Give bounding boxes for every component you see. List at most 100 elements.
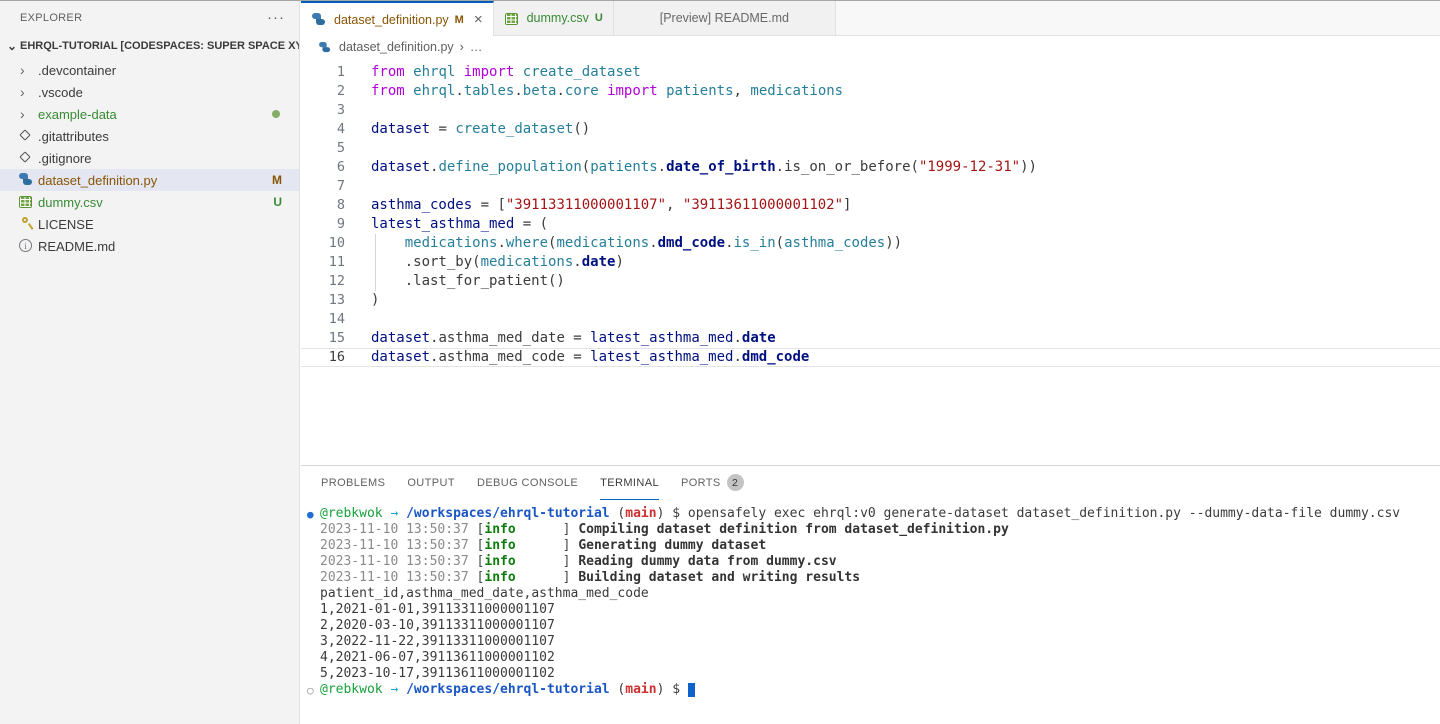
tab-dataset-definition-py[interactable]: dataset_definition.pyM× <box>301 1 494 36</box>
code-text <box>345 177 1440 196</box>
file-item-license[interactable]: LICENSE <box>0 213 299 235</box>
python-icon <box>318 41 332 54</box>
code-line-13[interactable]: 13) <box>301 291 1440 310</box>
line-number: 2 <box>301 82 345 101</box>
explorer-sidebar: EXPLORER ··· ⌄ EHRQL-TUTORIAL [CODESPACE… <box>0 1 300 724</box>
line-number: 5 <box>301 139 345 158</box>
terminal-line-12: ○@rebkwok → /workspaces/ehrql-tutorial (… <box>301 682 1440 698</box>
breadcrumb-file[interactable]: dataset_definition.py <box>339 40 454 54</box>
code-line-4[interactable]: 4dataset = create_dataset() <box>301 120 1440 139</box>
terminal[interactable]: ●@rebkwok → /workspaces/ehrql-tutorial (… <box>301 500 1440 698</box>
window-top-border <box>0 0 1440 1</box>
code-line-16[interactable]: 16dataset.asthma_med_code = latest_asthm… <box>301 348 1440 367</box>
chevron-down-icon: ⌄ <box>4 39 20 53</box>
code-text: dataset.asthma_med_code = latest_asthma_… <box>345 348 1440 367</box>
panel-tab-label: OUTPUT <box>407 477 455 489</box>
code-line-6[interactable]: 6dataset.define_population(patients.date… <box>301 158 1440 177</box>
code-lines: 1from ehrql import create_dataset2from e… <box>301 63 1440 367</box>
python-icon <box>311 12 328 27</box>
panel-tab-label: TERMINAL <box>600 477 659 489</box>
line-number: 3 <box>301 101 345 120</box>
terminal-line-10: 4,2021-06-07,39113611000001102 <box>301 650 1440 666</box>
chevron-right-icon: › <box>18 85 38 99</box>
file-item--gitattributes[interactable]: .gitattributes <box>0 125 299 147</box>
line-number: 9 <box>301 215 345 234</box>
code-text: from ehrql import create_dataset <box>345 63 1440 82</box>
code-line-12[interactable]: 12 .last_for_patient() <box>301 272 1440 291</box>
code-text: .last_for_patient() <box>345 272 1440 291</box>
git-status-badge: U <box>273 195 282 209</box>
terminal-line-4: 2023-11-10 13:50:37 [info ] Reading dumm… <box>301 554 1440 570</box>
file-item--vscode[interactable]: ›.vscode <box>0 81 299 103</box>
code-line-1[interactable]: 1from ehrql import create_dataset <box>301 63 1440 82</box>
terminal-line-7: 1,2021-01-01,39113311000001107 <box>301 602 1440 618</box>
panel-tab-terminal[interactable]: TERMINAL <box>600 466 659 500</box>
tab-label: dataset_definition.py <box>334 13 449 27</box>
code-text: latest_asthma_med = ( <box>345 215 1440 234</box>
line-number: 15 <box>301 329 345 348</box>
prompt-dot-icon: ● <box>307 507 314 523</box>
ports-count-badge: 2 <box>727 474 744 491</box>
file-name: example-data <box>38 107 117 122</box>
code-line-5[interactable]: 5 <box>301 139 1440 158</box>
file-name: dummy.csv <box>38 195 103 210</box>
code-text: from ehrql.tables.beta.core import patie… <box>345 82 1440 101</box>
code-line-11[interactable]: 11 .sort_by(medications.date) <box>301 253 1440 272</box>
chevron-right-icon: › <box>18 107 38 121</box>
code-text <box>345 139 1440 158</box>
tab--preview-readme-md[interactable]: [Preview] README.md <box>614 1 836 35</box>
terminal-line-1: ●@rebkwok → /workspaces/ehrql-tutorial (… <box>301 506 1440 522</box>
terminal-line-2: 2023-11-10 13:50:37 [info ] Compiling da… <box>301 522 1440 538</box>
tab-dummy-csv[interactable]: dummy.csvU <box>494 1 614 35</box>
code-line-15[interactable]: 15dataset.asthma_med_date = latest_asthm… <box>301 329 1440 348</box>
code-editor[interactable]: 1from ehrql import create_dataset2from e… <box>301 58 1440 367</box>
bottom-panel: PROBLEMS OUTPUT DEBUG CONSOLE TERMINAL PORTS… <box>301 465 1440 724</box>
line-number: 4 <box>301 120 345 139</box>
panel-tab-problems[interactable]: PROBLEMS <box>321 466 385 500</box>
code-line-7[interactable]: 7 <box>301 177 1440 196</box>
code-line-9[interactable]: 9latest_asthma_med = ( <box>301 215 1440 234</box>
file-name: .gitattributes <box>38 129 109 144</box>
panel-tab-output[interactable]: OUTPUT <box>407 466 455 500</box>
tab-bar: dataset_definition.pyM×dummy.csvU[Previe… <box>301 1 1440 36</box>
code-line-2[interactable]: 2from ehrql.tables.beta.core import pati… <box>301 82 1440 101</box>
file-name: .devcontainer <box>38 63 116 78</box>
panel-tab-debug-console[interactable]: DEBUG CONSOLE <box>477 466 578 500</box>
terminal-line-5: 2023-11-10 13:50:37 [info ] Building dat… <box>301 570 1440 586</box>
file-item-dummy-csv[interactable]: dummy.csv U <box>0 191 299 213</box>
terminal-line-3: 2023-11-10 13:50:37 [info ] Generating d… <box>301 538 1440 554</box>
code-line-8[interactable]: 8asthma_codes = ["39113311000001107", "3… <box>301 196 1440 215</box>
file-item-example-data[interactable]: ›example-data <box>0 103 299 125</box>
prompt-circle-icon: ○ <box>307 683 314 699</box>
line-number: 7 <box>301 177 345 196</box>
more-actions-icon[interactable]: ··· <box>267 13 285 23</box>
terminal-lines: ●@rebkwok → /workspaces/ehrql-tutorial (… <box>301 506 1440 698</box>
code-line-10[interactable]: 10 medications.where(medications.dmd_cod… <box>301 234 1440 253</box>
workspace-section-header[interactable]: ⌄ EHRQL-TUTORIAL [CODESPACES: SUPER SPAC… <box>0 35 299 57</box>
code-line-3[interactable]: 3 <box>301 101 1440 120</box>
panel-tab-label: DEBUG CONSOLE <box>477 477 578 489</box>
explorer-header: EXPLORER ··· <box>0 1 299 35</box>
panel-tab-ports[interactable]: PORTS2 <box>681 466 744 500</box>
breadcrumb-tail[interactable]: … <box>470 40 483 54</box>
code-line-14[interactable]: 14 <box>301 310 1440 329</box>
code-text: dataset.define_population(patients.date_… <box>345 158 1440 177</box>
file-item--gitignore[interactable]: .gitignore <box>0 147 299 169</box>
chevron-right-icon: › <box>18 63 38 77</box>
line-number: 11 <box>301 253 345 272</box>
line-number: 6 <box>301 158 345 177</box>
git-icon <box>18 150 38 166</box>
file-item-dataset-definition-py[interactable]: dataset_definition.pyM <box>0 169 299 191</box>
file-item--devcontainer[interactable]: ›.devcontainer <box>0 59 299 81</box>
file-item-readme-md[interactable]: iREADME.md <box>0 235 299 257</box>
git-status-badge: M <box>272 173 282 187</box>
breadcrumb[interactable]: dataset_definition.py › … <box>301 36 1440 58</box>
panel-tab-label: PROBLEMS <box>321 477 385 489</box>
line-number: 16 <box>301 348 345 367</box>
close-icon[interactable]: × <box>474 11 483 28</box>
git-change-dot <box>272 110 280 118</box>
python-icon <box>18 172 38 188</box>
line-number: 12 <box>301 272 345 291</box>
terminal-line-8: 2,2020-03-10,39113311000001107 <box>301 618 1440 634</box>
explorer-title: EXPLORER <box>20 12 82 24</box>
